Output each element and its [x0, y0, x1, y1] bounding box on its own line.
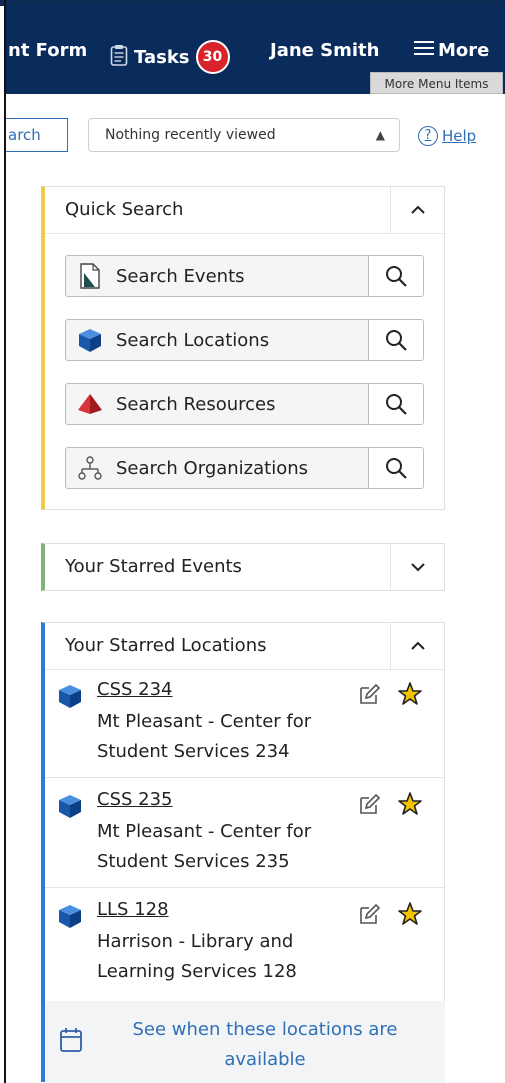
starred-location-item: LLS 128 Harrison - Library and Learning …	[45, 889, 445, 997]
quick-search-title: Quick Search	[65, 199, 184, 220]
quick-search-header: Quick Search	[45, 187, 444, 234]
recently-viewed-value: Nothing recently viewed	[105, 127, 276, 143]
quick-search-panel: Quick Search Search Events Search Locati…	[41, 186, 445, 510]
magnifier-icon	[386, 394, 407, 415]
star-icon[interactable]	[397, 681, 423, 711]
more-menu-tooltip: More Menu Items	[370, 72, 503, 94]
magnifier-icon	[386, 458, 407, 479]
window-left-edge	[4, 0, 6, 1083]
starred-locations-header: Your Starred Locations	[45, 623, 444, 670]
chevron-up-icon	[410, 205, 425, 214]
more-label: More	[438, 40, 490, 61]
edit-icon[interactable]	[357, 793, 381, 821]
location-cube-icon	[76, 326, 104, 354]
help-icon: ?	[418, 126, 438, 146]
user-name-link[interactable]: Jane Smith	[270, 40, 379, 61]
calendar-icon	[59, 1027, 83, 1057]
event-form-link[interactable]: nt Form	[8, 40, 87, 61]
starred-events-panel: Your Starred Events	[41, 543, 445, 591]
hamburger-icon	[414, 40, 434, 61]
search-organizations-go-button[interactable]	[368, 447, 424, 489]
see-availability-link[interactable]: See when these locations are available	[105, 1015, 425, 1075]
tasks-link[interactable]: Tasks 30	[110, 40, 230, 74]
search-events-go-button[interactable]	[368, 255, 424, 297]
search-locations-label: Search Locations	[116, 329, 270, 351]
secondary-toolbar: arch Nothing recently viewed ▲ ? Help	[6, 110, 505, 160]
search-resources-go-button[interactable]	[368, 383, 424, 425]
search-organizations-label: Search Organizations	[116, 457, 309, 479]
recently-viewed-select[interactable]: Nothing recently viewed ▲	[88, 118, 400, 152]
search-locations-go-button[interactable]	[368, 319, 424, 361]
tasks-count-badge: 30	[195, 40, 230, 74]
edit-icon[interactable]	[357, 683, 381, 711]
location-description: Harrison - Library and Learning Services…	[97, 931, 297, 982]
location-description: Mt Pleasant - Center for Student Service…	[97, 711, 312, 762]
quick-search-row-locations: Search Locations	[65, 319, 425, 361]
chevron-down-icon	[410, 563, 425, 572]
location-name-link[interactable]: CSS 234	[97, 679, 173, 700]
location-name-link[interactable]: LLS 128	[97, 899, 169, 920]
starred-locations-title: Your Starred Locations	[65, 635, 267, 656]
search-resources-button[interactable]: Search Resources	[65, 383, 369, 425]
search-button[interactable]: arch	[6, 118, 68, 152]
availability-row: See when these locations are available	[45, 1001, 445, 1083]
search-resources-label: Search Resources	[116, 393, 276, 415]
starred-events-title: Your Starred Events	[65, 556, 242, 577]
starred-locations-panel: Your Starred Locations CSS 234 Mt Pleasa…	[41, 622, 445, 1083]
expand-starred-events-button[interactable]	[390, 544, 444, 590]
organization-icon	[76, 454, 104, 482]
tasks-clipboard-icon	[110, 44, 128, 71]
resource-pyramid-icon	[76, 390, 104, 418]
help-link[interactable]: ? Help	[418, 126, 476, 146]
collapse-quick-search-button[interactable]	[390, 187, 444, 233]
starred-events-header: Your Starred Events	[45, 544, 444, 590]
collapse-starred-locations-button[interactable]	[390, 623, 444, 669]
tasks-label: Tasks	[134, 46, 190, 68]
search-locations-button[interactable]: Search Locations	[65, 319, 369, 361]
search-events-label: Search Events	[116, 265, 245, 287]
location-cube-icon	[57, 683, 83, 713]
magnifier-icon	[386, 330, 407, 351]
location-cube-icon	[57, 793, 83, 823]
search-organizations-button[interactable]: Search Organizations	[65, 447, 369, 489]
quick-search-row-organizations: Search Organizations	[65, 447, 425, 489]
more-menu-button[interactable]: More	[414, 40, 489, 61]
location-cube-icon	[57, 903, 83, 933]
help-label: Help	[442, 127, 477, 145]
star-icon[interactable]	[397, 791, 423, 821]
star-icon[interactable]	[397, 901, 423, 931]
magnifier-icon	[386, 266, 407, 287]
location-description: Mt Pleasant - Center for Student Service…	[97, 821, 312, 872]
search-events-button[interactable]: Search Events	[65, 255, 369, 297]
location-name-link[interactable]: CSS 235	[97, 789, 173, 810]
select-arrows-icon: ▲	[375, 128, 385, 142]
event-icon	[76, 262, 104, 290]
quick-search-row-resources: Search Resources	[65, 383, 425, 425]
starred-location-item: CSS 235 Mt Pleasant - Center for Student…	[45, 779, 445, 888]
chevron-up-icon	[410, 641, 425, 650]
starred-location-item: CSS 234 Mt Pleasant - Center for Student…	[45, 669, 445, 778]
edit-icon[interactable]	[357, 903, 381, 931]
quick-search-row-events: Search Events	[65, 255, 425, 297]
